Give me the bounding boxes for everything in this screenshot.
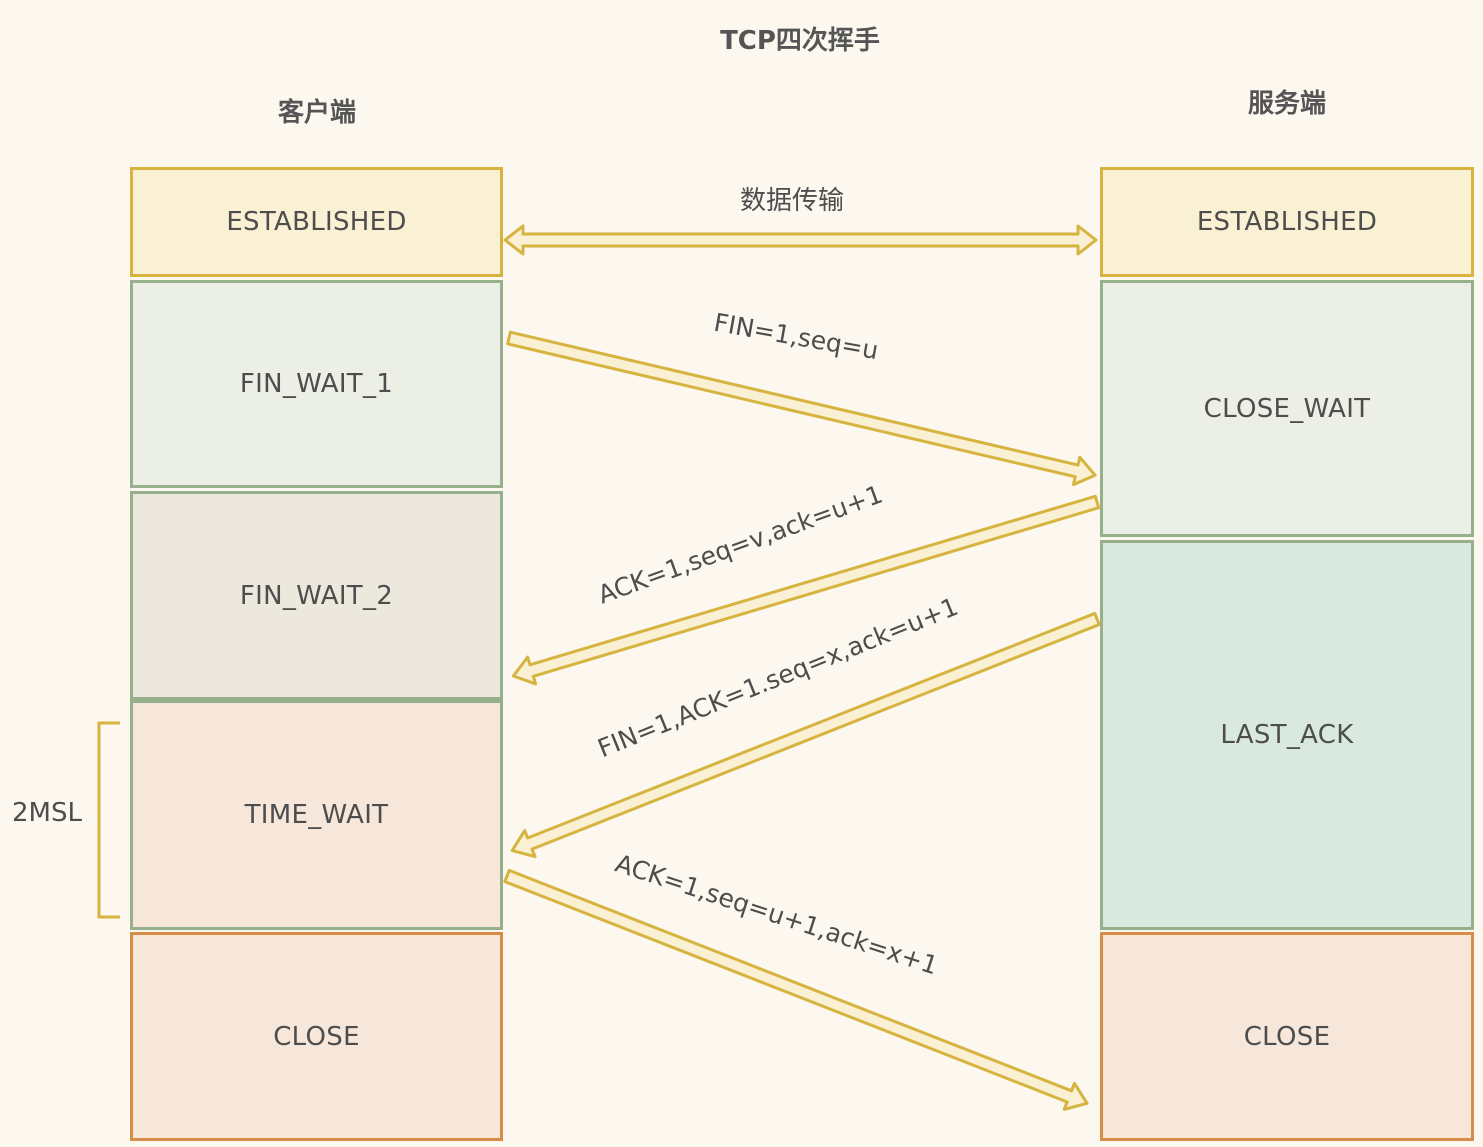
two-msl-bracket (97, 721, 120, 919)
ack-arrow-4 (503, 868, 1089, 1111)
arrows-layer (97, 224, 1101, 1111)
two-msl-label: 2MSL (12, 798, 82, 828)
data-transfer-arrow (503, 224, 1098, 256)
data-transfer-label: 数据传输 (740, 186, 845, 216)
